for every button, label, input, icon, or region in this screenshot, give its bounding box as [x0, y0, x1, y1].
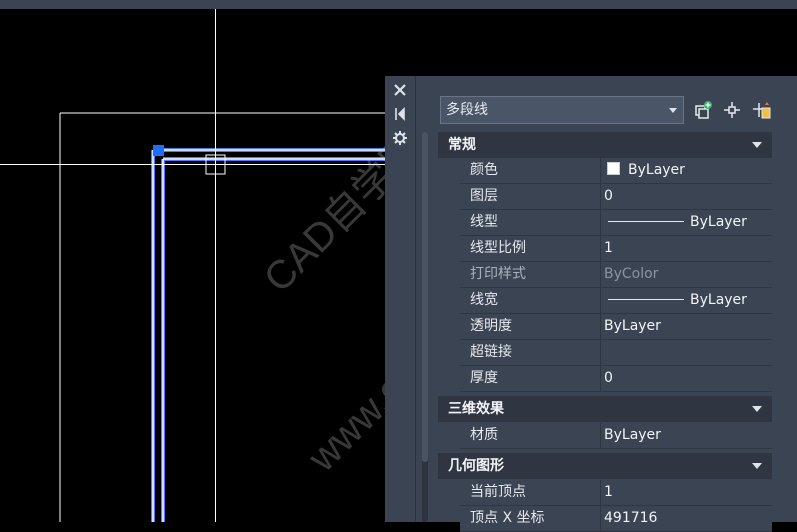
- chevron-down-icon: [752, 463, 762, 469]
- selected-polyline-inner-core: [162, 158, 385, 522]
- line-sample-icon: [608, 299, 684, 300]
- property-value[interactable]: 0: [604, 366, 768, 391]
- section-3d-effects-title: 三维效果: [448, 401, 504, 417]
- property-value[interactable]: ByLayer: [604, 288, 768, 313]
- property-row-linetype[interactable]: 线型 ByLayer: [460, 210, 772, 236]
- selected-polyline-outer-core: [152, 149, 385, 522]
- property-row-lineweight[interactable]: 线宽 ByLayer: [460, 288, 772, 314]
- property-value: ByColor: [604, 266, 659, 282]
- property-value-text: ByLayer: [690, 292, 747, 308]
- quick-select-icon[interactable]: [752, 100, 772, 120]
- property-value-text: ByLayer: [628, 162, 685, 178]
- chevron-down-icon: [669, 108, 677, 113]
- property-label: 顶点 X 坐标: [470, 510, 545, 526]
- selected-polyline-outer[interactable]: [151, 148, 385, 522]
- property-label: 厚度: [470, 370, 498, 386]
- property-value[interactable]: [604, 340, 768, 365]
- section-general-title: 常规: [448, 137, 476, 153]
- property-value[interactable]: 491716: [604, 506, 768, 531]
- property-value[interactable]: ByLayer: [604, 423, 768, 448]
- section-3d-effects-header[interactable]: 三维效果: [438, 396, 772, 422]
- property-label: 当前顶点: [470, 484, 526, 500]
- autohide-icon[interactable]: [391, 105, 409, 123]
- settings-icon[interactable]: [391, 129, 409, 147]
- section-general-header[interactable]: 常规: [438, 132, 772, 158]
- property-label: 线宽: [470, 292, 498, 308]
- property-value[interactable]: 1: [604, 236, 768, 261]
- property-row-transparency[interactable]: 透明度 ByLayer: [460, 314, 772, 340]
- property-row-plot-style[interactable]: 打印样式 ByColor: [460, 262, 772, 288]
- property-row-color[interactable]: 颜色 ByLayer: [460, 158, 772, 184]
- properties-palette: 多段线 常规 颜色 ByLayer 图层 0 线型 ByLayer 线型比例 1…: [385, 76, 797, 532]
- property-row-material[interactable]: 材质 ByLayer: [460, 423, 772, 449]
- property-value[interactable]: ByLayer: [604, 314, 768, 339]
- object-type-dropdown[interactable]: 多段线: [440, 96, 684, 124]
- property-value[interactable]: 1: [604, 480, 768, 505]
- palette-scrollbar-thumb[interactable]: [422, 132, 428, 462]
- palette-body: 多段线 常规 颜色 ByLayer 图层 0 线型 ByLayer 线型比例 1…: [416, 76, 797, 532]
- close-icon[interactable]: [391, 81, 409, 99]
- line-sample-icon: [608, 221, 684, 222]
- property-row-hyperlink[interactable]: 超链接: [460, 340, 772, 366]
- grip-square[interactable]: [153, 145, 164, 156]
- toggle-pickadd-icon[interactable]: [694, 100, 714, 120]
- property-row-thickness[interactable]: 厚度 0: [460, 366, 772, 392]
- property-value[interactable]: ByLayer: [604, 158, 768, 183]
- chevron-down-icon: [752, 406, 762, 412]
- property-label: 图层: [470, 188, 498, 204]
- property-row-linetype-scale[interactable]: 线型比例 1: [460, 236, 772, 262]
- object-type-value: 多段线: [446, 102, 488, 118]
- chevron-down-icon: [752, 142, 762, 148]
- palette-title-strip[interactable]: [385, 76, 416, 522]
- property-value[interactable]: ByLayer: [604, 210, 768, 235]
- property-row-current-vertex[interactable]: 当前顶点 1: [460, 480, 772, 506]
- property-label: 线型: [470, 214, 498, 230]
- property-label: 线型比例: [470, 240, 526, 256]
- property-row-vertex-x[interactable]: 顶点 X 坐标 491716: [460, 506, 772, 532]
- property-label: 材质: [470, 427, 498, 443]
- title-bar: [0, 0, 797, 9]
- property-value[interactable]: 0: [604, 184, 768, 209]
- property-label: 透明度: [470, 318, 512, 334]
- property-label: 颜色: [470, 162, 498, 178]
- property-value-text: ByLayer: [690, 214, 747, 230]
- section-geometry-header[interactable]: 几何图形: [438, 453, 772, 479]
- color-swatch-icon: [607, 162, 620, 175]
- property-label: 打印样式: [470, 266, 526, 282]
- select-objects-icon[interactable]: [722, 100, 742, 120]
- property-row-layer[interactable]: 图层 0: [460, 184, 772, 210]
- section-geometry-title: 几何图形: [448, 458, 504, 474]
- property-label: 超链接: [470, 344, 512, 360]
- selected-polyline-inner[interactable]: [161, 157, 385, 522]
